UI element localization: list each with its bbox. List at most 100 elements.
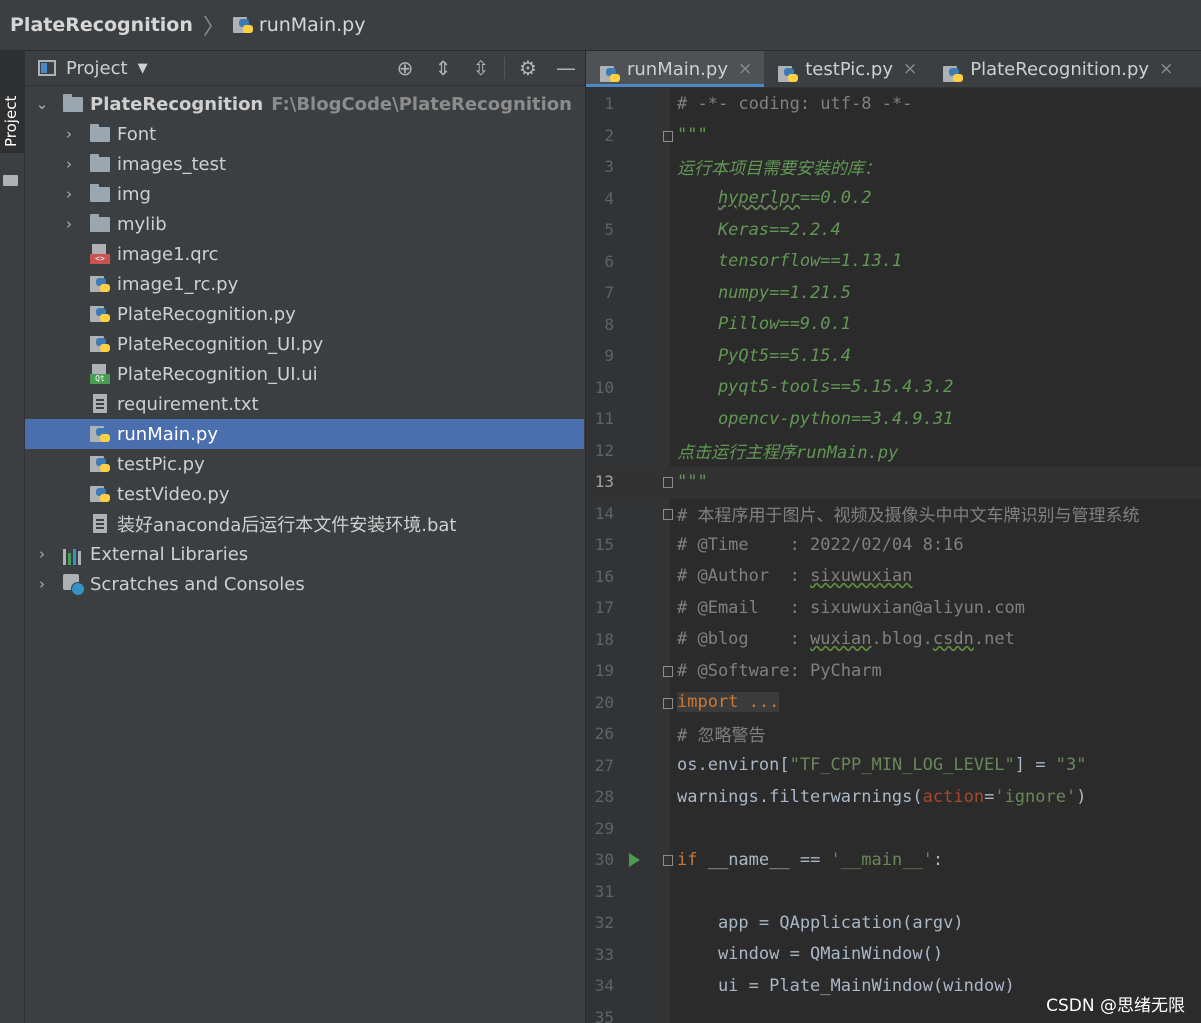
code-text: if __name__ == '__main__': xyxy=(677,849,944,870)
tree-item-testvideo-py[interactable]: testVideo.py xyxy=(25,479,584,509)
fold-marker-icon[interactable] xyxy=(663,477,673,488)
line-number: 30 xyxy=(594,850,614,870)
line-number: 2 xyxy=(604,125,614,145)
tree-item-mylib[interactable]: › mylib xyxy=(25,209,584,239)
code-line: 3 运行本项目需要安装的库： xyxy=(586,151,1201,183)
tree-item-label: runMain.py xyxy=(117,423,218,445)
chevron-right-icon[interactable]: › xyxy=(62,185,76,203)
code-text: """ xyxy=(677,125,708,146)
tree-item-scratches[interactable]: › Scratches and Consoles xyxy=(25,569,584,599)
tree-item-requirement-txt[interactable]: requirement.txt xyxy=(25,389,584,419)
tree-item-testpic-py[interactable]: testPic.py xyxy=(25,449,584,479)
tab-platerecognition-py[interactable]: PlateRecognition.py × xyxy=(929,51,1185,87)
line-number: 5 xyxy=(604,220,614,240)
line-number: 4 xyxy=(604,188,614,208)
chevron-down-icon[interactable]: ⌄ xyxy=(35,95,49,113)
run-icon[interactable] xyxy=(629,853,640,867)
code-line: 7 numpy==1.21.5 xyxy=(586,277,1201,309)
code-text: # 忽略警告 xyxy=(677,726,766,747)
line-number: 19 xyxy=(594,661,614,681)
code-text: 点击运行主程序runMain.py xyxy=(677,442,899,463)
breadcrumb-project[interactable]: PlateRecognition xyxy=(10,14,193,36)
tab-label: testPic.py xyxy=(805,58,893,80)
python-file-icon xyxy=(90,484,110,504)
tab-runmain-py[interactable]: runMain.py × xyxy=(586,51,765,87)
code-text: # @Time : 2022/02/04 8:16 xyxy=(677,534,964,555)
fold-marker-icon[interactable] xyxy=(663,508,673,520)
close-icon[interactable]: × xyxy=(738,59,752,79)
chevron-right-icon[interactable]: › xyxy=(35,545,49,563)
python-file-icon xyxy=(600,64,620,84)
tree-item-platerecognition-ui-py[interactable]: PlateRecognition_UI.py xyxy=(25,329,584,359)
code-line: 4 hyperlpr==0.0.2 xyxy=(586,183,1201,215)
tree-item-platerecognition-py[interactable]: PlateRecognition.py xyxy=(25,299,584,329)
code-text: # @blog : wuxian.blog.csdn.net xyxy=(677,629,1015,650)
code-line: 19 # @Software: PyCharm xyxy=(586,655,1201,687)
close-icon[interactable]: × xyxy=(903,59,917,79)
gear-icon[interactable]: ⚙ xyxy=(509,56,547,80)
code-line: 9 PyQt5==5.15.4 xyxy=(586,340,1201,372)
chevron-right-icon[interactable]: › xyxy=(35,575,49,593)
library-icon xyxy=(63,545,83,565)
chevron-right-icon[interactable]: › xyxy=(62,125,76,143)
fold-marker-icon[interactable] xyxy=(663,130,673,142)
code-text: PyQt5==5.15.4 xyxy=(677,345,851,366)
chevron-right-icon[interactable]: › xyxy=(62,215,76,233)
python-file-icon xyxy=(90,424,110,444)
code-editor[interactable]: 1 # -*- coding: utf-8 -*- 2 """ 3 运行本项目需要安装… xyxy=(586,88,1201,1023)
breadcrumb-file[interactable]: runMain.py xyxy=(259,14,366,36)
tree-item-images-test[interactable]: › images_test xyxy=(25,149,584,179)
tree-item-image1-rc-py[interactable]: image1_rc.py xyxy=(25,269,584,299)
project-panel-title[interactable]: Project xyxy=(66,58,128,79)
tree-item-platerecognition[interactable]: ⌄ PlateRecognition F:\BlogCode\PlateRecog… xyxy=(25,89,584,119)
tree-item-external-libraries[interactable]: › External Libraries xyxy=(25,539,584,569)
code-line: 29 xyxy=(586,813,1201,845)
python-file-icon xyxy=(90,274,110,294)
folder-icon xyxy=(90,154,110,172)
tree-item-label: Font xyxy=(117,123,157,145)
code-text: # @Email : sixuwuxian@aliyun.com xyxy=(677,597,1025,618)
tree-item-image1-qrc[interactable]: <> image1.qrc xyxy=(25,239,584,269)
code-text: # @Author : sixuwuxian xyxy=(677,566,913,587)
close-icon[interactable]: × xyxy=(1159,59,1173,79)
python-file-icon xyxy=(90,454,110,474)
fold-marker-icon[interactable] xyxy=(663,666,673,677)
code-line: 32 app = QApplication(argv) xyxy=(586,907,1201,939)
collapse-all-icon[interactable]: ⇳ xyxy=(462,56,500,80)
code-line: 16 # @Author : sixuwuxian xyxy=(586,561,1201,593)
expand-all-icon[interactable]: ⇕ xyxy=(424,56,462,80)
line-number: 8 xyxy=(604,314,614,334)
folder-icon[interactable] xyxy=(3,175,18,186)
locate-icon[interactable]: ⊕ xyxy=(386,56,424,80)
code-line: 20 import ... xyxy=(586,687,1201,719)
line-number: 29 xyxy=(594,818,614,838)
chevron-down-icon[interactable]: ▼ xyxy=(138,61,148,76)
tab-testpic-py[interactable]: testPic.py × xyxy=(764,51,929,87)
line-number: 7 xyxy=(604,283,614,303)
code-line: 31 xyxy=(586,876,1201,908)
line-number: 20 xyxy=(594,692,614,712)
tree-item-install-bat[interactable]: 装好anaconda后运行本文件安装环境.bat xyxy=(25,509,584,539)
code-line: 5 Keras==2.2.4 xyxy=(586,214,1201,246)
line-number: 27 xyxy=(594,755,614,775)
code-line: 1 # -*- coding: utf-8 -*- xyxy=(586,88,1201,120)
line-number: 26 xyxy=(594,724,614,744)
tree-item-label: testVideo.py xyxy=(117,483,230,505)
line-number: 3 xyxy=(604,157,614,177)
tree-item-font[interactable]: › Font xyxy=(25,119,584,149)
code-text: Keras==2.2.4 xyxy=(677,219,841,240)
tree-item-img[interactable]: › img xyxy=(25,179,584,209)
code-text: opencv-python==3.4.9.31 xyxy=(677,408,954,429)
tree-item-label: requirement.txt xyxy=(117,393,259,415)
code-text-folded[interactable]: import ... xyxy=(677,692,780,713)
tree-item-runmain-py[interactable]: runMain.py xyxy=(25,419,584,449)
tree-item-platerecognition-ui-ui[interactable]: Qt PlateRecognition_UI.ui xyxy=(25,359,584,389)
text-file-icon xyxy=(90,394,110,414)
fold-marker-icon[interactable] xyxy=(663,855,673,866)
line-number: 13 xyxy=(594,472,614,492)
chevron-right-icon[interactable]: › xyxy=(62,155,76,173)
fold-expand-icon[interactable] xyxy=(663,697,673,709)
code-text: os.environ["TF_CPP_MIN_LOG_LEVEL"] = "3" xyxy=(677,755,1087,776)
minimize-icon[interactable]: — xyxy=(547,56,585,80)
tab-label: PlateRecognition.py xyxy=(970,58,1150,80)
